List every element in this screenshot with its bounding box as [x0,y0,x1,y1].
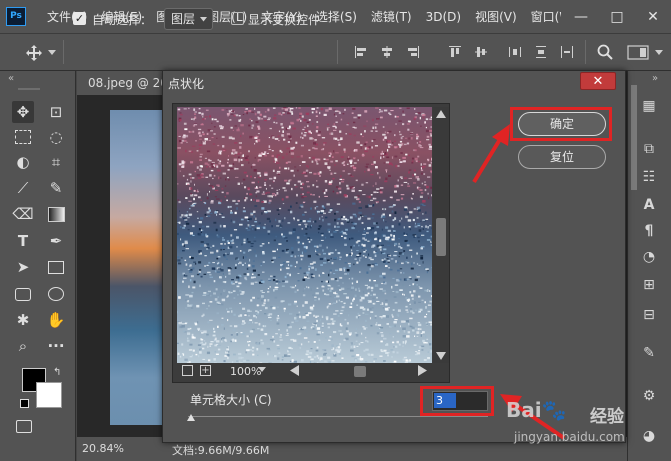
align-right-icon[interactable] [406,45,420,59]
artboard-tool-icon[interactable]: ⊡ [45,101,67,123]
brush-settings-icon[interactable]: ✎ [638,342,660,364]
eraser-tool-icon[interactable]: ⌫ [12,203,34,225]
auto-select-label: 自动选择： [92,13,153,27]
menu-item[interactable]: 3D(D) [426,10,461,24]
align-left-icon[interactable] [354,45,368,59]
cell-size-slider-thumb[interactable] [187,414,195,421]
actions-icon[interactable]: ◕ [638,425,660,447]
quick-selection-tool-icon[interactable]: ◐ [12,151,34,173]
move-tool-icon[interactable]: ✥ [12,101,34,123]
watermark-url: jingyan.baidu.com [514,430,625,444]
watermark-brand: 经验 [590,407,624,427]
cell-size-highlight [420,386,494,416]
menu-item[interactable]: 滤镜(T) [371,8,412,25]
cell-size-slider-track[interactable] [188,416,488,417]
pen-tool-icon[interactable]: ✒ [45,230,67,252]
character-icon[interactable]: A [638,194,660,216]
show-transform-checkbox[interactable] [231,12,244,25]
watermark-logo: Bai🐾 [506,398,567,422]
background-color-swatch[interactable] [36,382,62,408]
zoom-level[interactable]: 20.84% [82,442,124,455]
history-icon[interactable]: ▦ [638,95,660,117]
gradient-tool-icon[interactable] [45,203,67,225]
dialog-close-button[interactable]: ✕ [580,72,616,90]
channels-icon[interactable]: ☷ [638,166,660,188]
filter-preview[interactable] [177,107,432,363]
zoom-in-button[interactable]: + [200,365,211,376]
zoom-tool-icon[interactable]: ⌕ [12,335,34,357]
rounded-rectangle-tool-icon[interactable] [12,283,34,305]
quick-mask-icon[interactable] [16,420,32,433]
menu-item[interactable]: 视图(V) [475,8,517,25]
dialog-title: 点状化 [168,77,205,91]
preview-horizontal-thumb[interactable] [354,366,366,377]
collapse-icon[interactable]: « [8,73,14,84]
menu-item[interactable]: 选择(S) [316,8,357,25]
chevron-down-icon[interactable] [655,50,663,56]
ellipse-tool-icon[interactable] [45,283,67,305]
dropdown-value: 图层 [171,12,196,26]
align-center-icon[interactable] [380,45,394,59]
chevron-down-icon[interactable] [258,367,266,373]
distribute-vertical-icon[interactable] [534,45,548,59]
distribute-spacing-icon[interactable] [560,45,574,59]
paragraph-icon[interactable]: ¶ [638,220,660,242]
swatches-icon[interactable]: ◔ [638,246,660,268]
preview-vertical-thumb[interactable] [436,218,446,256]
dialog-titlebar[interactable] [163,71,625,95]
hand-tool-icon[interactable]: ✋ [45,309,67,331]
properties-icon[interactable]: ⚙ [638,385,660,407]
chevron-down-icon [200,17,207,22]
scroll-down-icon[interactable] [436,352,446,360]
document-size-status: 文档:9.66M/9.66M [172,444,270,457]
minimize-icon[interactable]: — [563,9,599,25]
window-controls: — □ ✕ [561,0,671,33]
preview-zoom: 100% [230,365,262,378]
preview-horizontal-scrollbar[interactable] [177,363,433,379]
reset-button[interactable]: 复位 [518,145,606,169]
zoom-out-button[interactable] [182,365,193,376]
swap-colors-icon[interactable]: ↰ [53,367,61,378]
document-image[interactable] [110,110,165,425]
libraries-icon[interactable]: ⊟ [638,304,660,326]
eyedropper-tool-icon[interactable]: ⟋ [12,177,34,199]
move-tool-icon[interactable] [24,44,44,62]
close-window-icon[interactable]: ✕ [635,9,671,25]
divider [63,40,64,64]
crop-tool-icon[interactable]: ⌗ [45,151,67,173]
chevron-down-icon[interactable] [48,50,56,56]
adjustments-icon[interactable]: ⊞ [638,274,660,296]
divider [585,40,586,64]
annotation-arrow-ok [472,124,510,184]
scroll-right-icon[interactable] [418,365,427,376]
panel-grip [18,88,40,90]
maximize-icon[interactable]: □ [599,9,635,25]
marquee-tool-icon[interactable] [12,126,34,148]
scroll-up-icon[interactable] [436,110,446,118]
auto-select-checkbox[interactable]: ✓ [73,12,86,25]
scroll-left-icon[interactable] [290,365,299,376]
search-icon[interactable] [597,44,613,60]
lasso-tool-icon[interactable]: ◌ [45,126,67,148]
auto-select-target-dropdown[interactable]: 图层 [164,8,213,30]
layers-icon[interactable]: ⧉ [638,138,660,160]
expand-panels-icon[interactable]: » [652,73,658,84]
show-transform-label: 显示变换控件 [248,13,321,27]
distribute-horizontal-icon[interactable] [508,45,522,59]
brush-tool-icon[interactable]: ✎ [45,177,67,199]
type-tool-icon[interactable]: T [12,230,34,252]
more-tools-icon[interactable]: ··· [45,335,67,357]
align-middle-icon[interactable] [474,45,488,59]
custom-shape-tool-icon[interactable]: ✱ [12,309,34,331]
rectangle-tool-icon[interactable] [45,256,67,278]
workspace-icon[interactable] [627,44,649,60]
align-top-icon[interactable] [448,45,462,59]
ok-button-highlight [510,107,612,141]
path-selection-tool-icon[interactable]: ➤ [12,256,34,278]
default-colors-icon[interactable] [20,399,29,408]
panel-scrollbar[interactable] [631,85,637,190]
divider [337,40,338,64]
cell-size-label: 单元格大小 (C) [190,393,272,407]
photoshop-logo-icon[interactable]: Ps [6,7,26,26]
